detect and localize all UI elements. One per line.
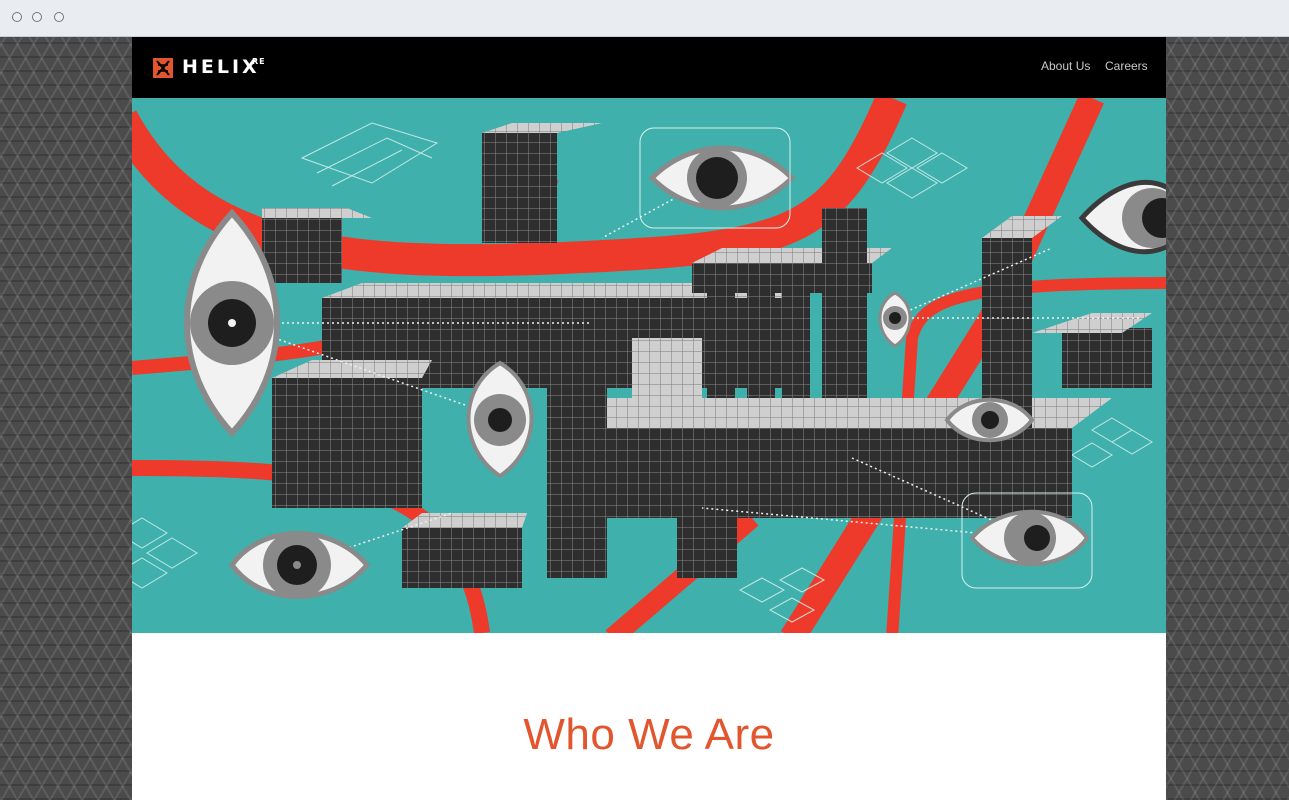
hero-image bbox=[132, 98, 1166, 633]
window-close-dot[interactable] bbox=[12, 12, 22, 22]
eye-right-middle bbox=[944, 397, 1035, 443]
eye-bottom-left bbox=[228, 531, 371, 599]
background-pattern-right bbox=[1166, 37, 1289, 800]
web-page: HELIX RE About Us Careers Who We Are bbox=[132, 37, 1166, 800]
nav-about-us-link[interactable]: About Us bbox=[1041, 58, 1090, 74]
window-minimize-dot[interactable] bbox=[32, 12, 42, 22]
eye-small-right bbox=[878, 291, 912, 348]
hero-illustration bbox=[132, 98, 1166, 633]
brand-superscript: RE bbox=[252, 57, 266, 66]
window-maximize-dot[interactable] bbox=[54, 12, 64, 22]
eye-top-center bbox=[639, 127, 796, 229]
who-we-are-heading: Who We Are bbox=[523, 710, 775, 759]
eye-edge-right bbox=[1078, 179, 1166, 255]
brand-name: HELIX bbox=[182, 56, 260, 78]
background-pattern-left bbox=[0, 37, 132, 800]
browser-toolbar bbox=[0, 0, 1289, 37]
helix-logo-icon bbox=[153, 58, 173, 78]
nav-careers-link[interactable]: Careers bbox=[1105, 58, 1148, 74]
site-header: HELIX RE About Us Careers bbox=[132, 37, 1166, 98]
